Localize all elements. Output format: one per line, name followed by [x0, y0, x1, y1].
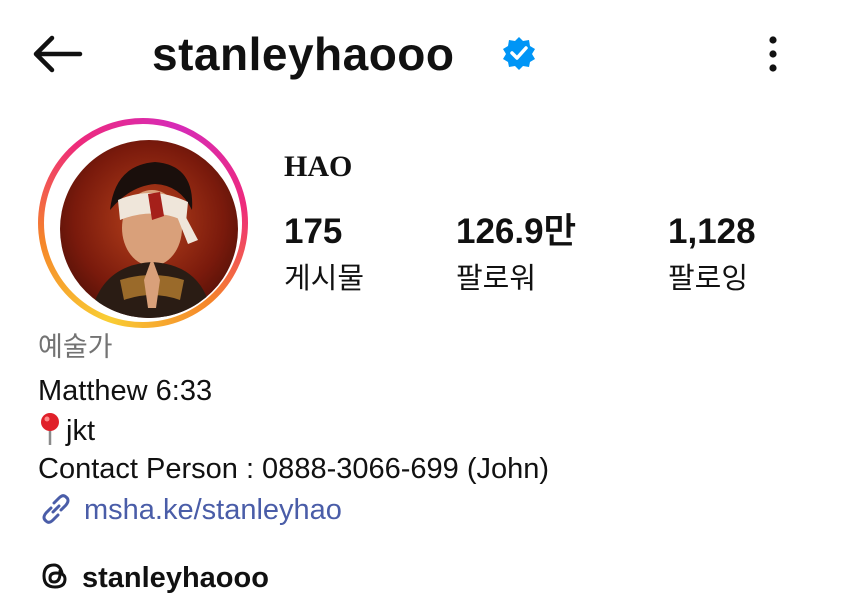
- bio-verse: Matthew 6:33: [38, 375, 213, 407]
- avatar-story-ring[interactable]: [38, 118, 248, 328]
- followers-count: 126.9만: [456, 212, 576, 251]
- following-count: 1,128: [668, 212, 756, 251]
- bio-link[interactable]: msha.ke/stanleyhao: [38, 490, 342, 530]
- profile-category: 예술가: [38, 332, 113, 363]
- posts-count: 175: [284, 212, 343, 251]
- bio-link-text: msha.ke/stanleyhao: [84, 494, 342, 526]
- following-label: 팔로잉: [668, 261, 749, 295]
- pin-icon: [41, 413, 59, 445]
- threads-icon: [42, 563, 67, 589]
- back-arrow-icon: [33, 35, 83, 73]
- followers-label: 팔로워: [456, 261, 537, 295]
- posts-label: 게시물: [284, 261, 365, 295]
- more-vertical-icon: [769, 36, 777, 72]
- posts-stat[interactable]: 175 게시물: [284, 210, 364, 298]
- bio-location: jkt: [38, 412, 95, 450]
- back-button[interactable]: [28, 30, 84, 78]
- threads-badge[interactable]: stanleyhaooo: [38, 558, 269, 598]
- display-name: HAO: [284, 150, 353, 183]
- threads-handle: stanleyhaooo: [82, 562, 269, 594]
- header-username: stanleyhaooo: [152, 28, 455, 80]
- link-icon: [42, 494, 70, 524]
- followers-stat[interactable]: 126.9만 팔로워: [456, 210, 576, 298]
- following-stat[interactable]: 1,128 팔로잉: [668, 210, 756, 298]
- more-options-button[interactable]: [758, 30, 788, 78]
- avatar[interactable]: [60, 140, 238, 318]
- verified-badge-icon: [502, 36, 536, 70]
- bio-contact: Contact Person : 0888-3066-699 (John): [38, 453, 550, 485]
- bio-location-text: jkt: [66, 415, 95, 447]
